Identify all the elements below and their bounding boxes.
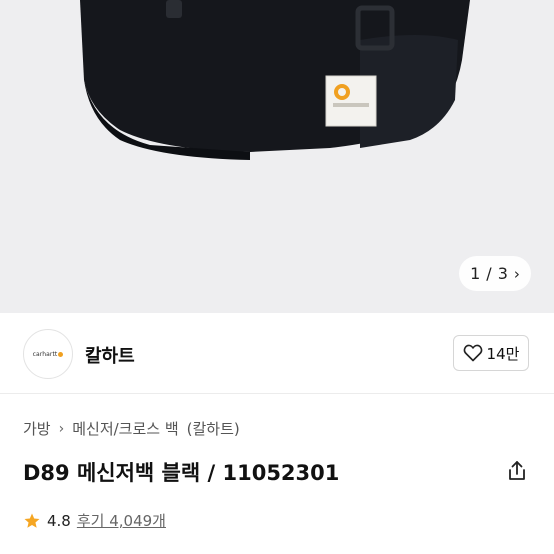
- brand-logo-text: carhartt: [32, 350, 58, 358]
- breadcrumb-item-bag[interactable]: 가방: [23, 418, 51, 439]
- like-button[interactable]: 14만: [453, 335, 529, 371]
- rating-row: 4.8 후기 4,049개: [23, 510, 166, 531]
- brand-logo-mark: [58, 351, 64, 357]
- brand-name[interactable]: 칼하트: [85, 342, 135, 368]
- pager-current: 1: [470, 264, 481, 283]
- chevron-right-icon[interactable]: ›: [514, 265, 520, 283]
- pager-separator: /: [486, 264, 492, 283]
- pager-total: 3: [497, 264, 508, 283]
- image-pager[interactable]: 1 / 3 ›: [459, 256, 531, 291]
- breadcrumb-item-brand[interactable]: (칼하트): [187, 418, 240, 439]
- heart-outline-icon: [463, 344, 482, 362]
- brand-logo[interactable]: carhartt: [23, 329, 73, 379]
- breadcrumb: 가방 › 메신저/크로스 백 (칼하트): [23, 418, 240, 439]
- chevron-right-icon: ›: [58, 420, 65, 437]
- like-count: 14만: [486, 344, 520, 363]
- share-icon[interactable]: [505, 459, 529, 483]
- rating-score: 4.8: [47, 511, 71, 530]
- product-title: D89 메신저백 블랙 / 11052301: [23, 461, 340, 485]
- star-icon: [24, 513, 40, 528]
- brand-row: carhartt 칼하트 14만: [0, 313, 554, 394]
- product-image[interactable]: 1 / 3 ›: [0, 0, 554, 313]
- reviews-link[interactable]: 후기 4,049개: [77, 510, 166, 531]
- breadcrumb-item-messenger[interactable]: 메신저/크로스 백: [72, 418, 178, 439]
- share-icon-svg: [509, 461, 525, 480]
